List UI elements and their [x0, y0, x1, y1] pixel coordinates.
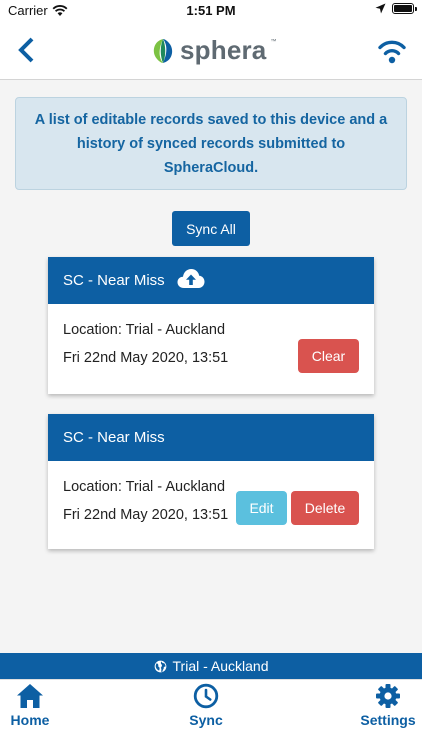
record-location: Location: Trial - Auckland [63, 479, 226, 495]
tab-sync-label: Sync [189, 712, 223, 728]
sphera-logo: sphera ™ [150, 35, 276, 66]
clock-icon [193, 683, 219, 709]
battery-icon [392, 3, 417, 14]
record-title: SC - Near Miss [63, 272, 165, 289]
info-banner: A list of editable records saved to this… [15, 97, 407, 190]
home-icon [17, 684, 43, 708]
tab-sync[interactable]: Sync [161, 683, 251, 728]
cloud-upload-icon [177, 269, 205, 288]
record-date: Fri 22nd May 2020, 13:51 [63, 507, 229, 523]
current-location-bar: Trial - Auckland [0, 653, 422, 679]
record-card-header[interactable]: SC - Near Miss [48, 414, 374, 461]
record-title: SC - Near Miss [63, 429, 165, 446]
status-time: 1:51 PM [186, 3, 236, 18]
record-card: SC - Near Miss Location: Trial - Aucklan… [48, 257, 374, 394]
wifi-icon [378, 40, 406, 64]
record-card-body: Location: Trial - Auckland Fri 22nd May … [48, 461, 374, 549]
record-location: Location: Trial - Auckland [63, 322, 226, 338]
gear-icon [376, 684, 400, 708]
info-message: A list of editable records saved to this… [34, 111, 388, 176]
current-location-label: Trial - Auckland [172, 658, 269, 674]
record-card-body: Location: Trial - Auckland Fri 22nd May … [48, 304, 374, 394]
logo-text: sphera [180, 35, 267, 65]
tab-settings-label: Settings [360, 712, 416, 728]
status-right [375, 3, 417, 14]
clear-button[interactable]: Clear [298, 339, 359, 373]
chevron-left-icon [18, 37, 34, 63]
globe-icon [154, 660, 166, 672]
connection-status-button[interactable] [376, 36, 408, 66]
record-card: SC - Near Miss Location: Trial - Aucklan… [48, 414, 374, 549]
delete-button[interactable]: Delete [291, 491, 359, 525]
edit-button[interactable]: Edit [236, 491, 287, 525]
tab-home-label: Home [10, 712, 50, 728]
sync-all-button[interactable]: Sync All [172, 211, 250, 246]
status-bar: Carrier 1:51 PM [0, 0, 422, 22]
logo-trademark: ™ [270, 38, 277, 45]
tab-settings[interactable]: Settings [343, 683, 422, 728]
location-arrow-icon [375, 3, 386, 14]
tab-home[interactable]: Home [0, 683, 75, 728]
back-button[interactable] [12, 34, 44, 66]
tab-bar: Home Sync Settings [0, 679, 422, 750]
record-date: Fri 22nd May 2020, 13:51 [63, 350, 229, 366]
sphera-logo-mark-icon [153, 38, 173, 63]
record-card-header[interactable]: SC - Near Miss [48, 257, 374, 304]
app-header: sphera ™ [0, 22, 422, 80]
